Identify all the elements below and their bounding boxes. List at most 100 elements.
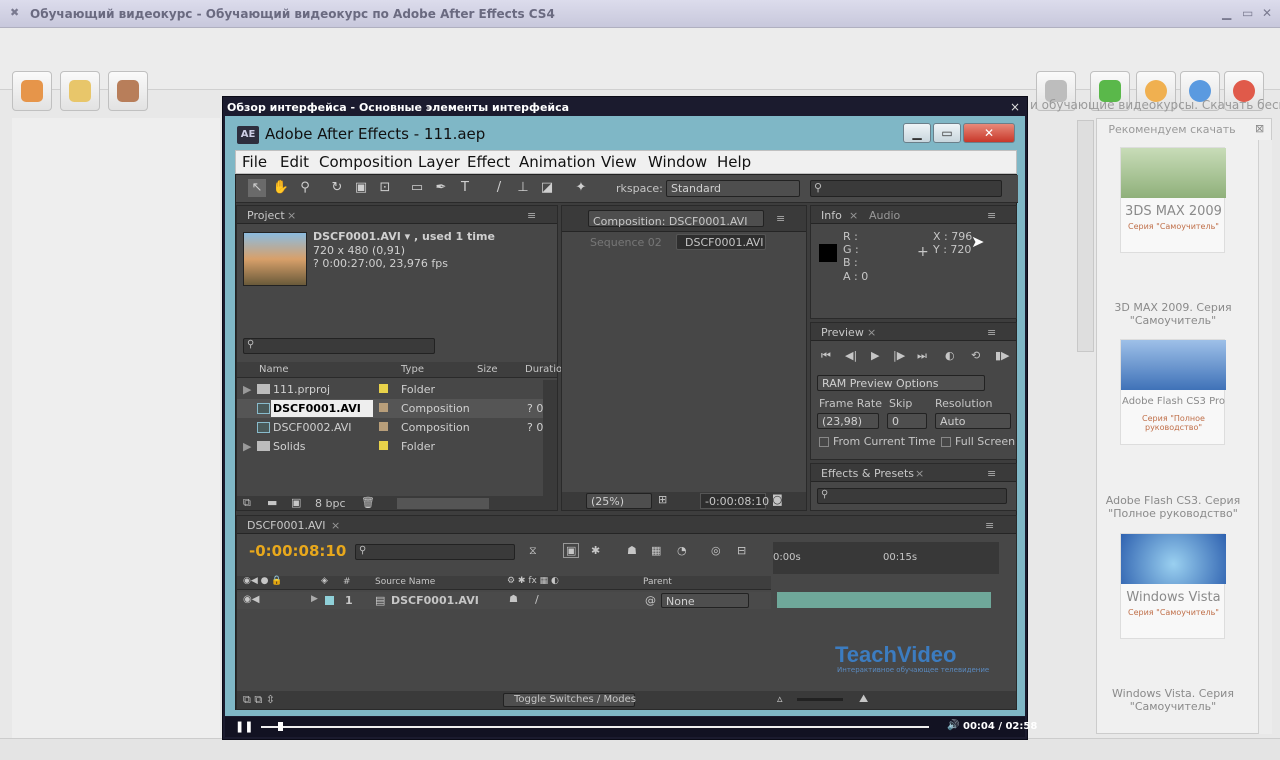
new-folder-icon[interactable]: ▬ [267,496,277,509]
comp-breadcrumb[interactable]: DSCF0001.AVI [676,234,766,250]
rotate-tool-icon[interactable]: ↻ [328,179,346,197]
recommend-thumb[interactable]: 3DS MAX 2009 Серия "Самоучитель" [1120,147,1226,253]
zoom-in-icon[interactable]: ⛰ [859,692,868,706]
trash-icon[interactable]: 🗑 [361,496,375,509]
pen-tool-icon[interactable]: ✒ [432,179,450,197]
table-row[interactable]: DSCF0001.AVI Composition ? 0 [237,399,543,418]
text-tool-icon[interactable]: T [456,179,474,197]
loop-icon[interactable]: ⟲ [971,349,980,362]
prev-frame-icon[interactable]: ◀| [845,349,857,362]
expand-icon[interactable]: ▶ [243,383,251,396]
volume-icon[interactable]: 🔊 [947,720,959,731]
label-color[interactable] [379,441,388,450]
minimize-icon[interactable]: ▁ [903,123,931,143]
snapshot-icon[interactable]: ◙ [772,493,783,506]
label-color[interactable] [379,403,388,412]
magnification-select[interactable]: (25%) [586,493,652,509]
col-name[interactable]: Name [259,364,289,375]
table-row[interactable]: DSCF0002.AVI Composition ? 0 [237,418,543,437]
label-color[interactable] [379,384,388,393]
panel-menu-icon[interactable]: ≡ [987,467,996,480]
tab-preview[interactable]: Preview [821,326,864,339]
panel-menu-icon[interactable]: ≡ [987,209,996,222]
new-composition-icon[interactable]: ▣ [291,496,301,509]
grid-icon[interactable]: ⊞ [658,493,667,506]
maximize-icon[interactable]: ▭ [933,123,961,143]
panel-menu-icon[interactable]: ≡ [985,519,994,532]
label-color[interactable] [325,596,334,605]
first-frame-icon[interactable]: ⏮ [821,349,831,363]
close-icon[interactable]: × [1010,100,1020,114]
recommend-scrollbar[interactable] [1258,140,1272,734]
col-type[interactable]: Type [401,364,424,375]
menu-edit[interactable]: Edit [280,153,309,171]
visibility-icon[interactable]: ◉◀ [243,594,259,605]
hand-tool-icon[interactable]: ✋ [272,179,290,197]
content-scrollbar[interactable] [1077,120,1094,352]
tab-timeline[interactable]: DSCF0001.AVI [247,519,326,532]
next-frame-icon[interactable]: |▶ [893,349,905,362]
menu-view[interactable]: View [601,153,637,171]
puppet-tool-icon[interactable]: ✦ [572,179,590,197]
timeline-search-input[interactable]: ⚲ [355,544,515,560]
live-update-icon[interactable]: ▣ [563,543,580,558]
zoom-tool-icon[interactable]: ⚲ [296,179,314,197]
brush-tool-icon[interactable]: / [490,179,508,197]
panel-menu-icon[interactable]: ≡ [987,326,996,339]
ram-preview-select[interactable]: RAM Preview Options [817,375,985,391]
parent-select[interactable]: None [661,593,749,608]
time-ruler[interactable]: 0:00s 00:15s [773,542,999,574]
menu-help[interactable]: Help [717,153,751,171]
skip-select[interactable]: 0 [887,413,927,429]
menu-window[interactable]: Window [648,153,707,171]
row-name[interactable]: DSCF0001.AVI [271,400,373,417]
table-row[interactable]: ▶ 111.prproj Folder [237,380,543,399]
current-time-display[interactable]: -0:00:08:10 [249,542,346,560]
menu-effect[interactable]: Effect [467,153,510,171]
camera-tool-icon[interactable]: ▣ [352,179,370,197]
ram-preview-icon[interactable]: ▮▶ [995,349,1010,362]
close-icon[interactable]: ✕ [1262,6,1272,20]
label-color[interactable] [379,422,388,431]
zoom-slider[interactable] [797,698,843,701]
col-source-name[interactable]: Source Name [375,577,435,587]
col-parent[interactable]: Parent [643,577,672,587]
comp-time-field[interactable]: -0:00:08:10 [700,493,769,509]
tab-composition[interactable]: Composition: DSCF0001.AVI [588,210,764,228]
tab-audio[interactable]: Audio [869,209,900,222]
layer-switches-icon[interactable]: ⧉ ⧉ ⇳ [243,693,275,707]
shy-switch-icon[interactable]: ☗ [509,594,518,605]
user-button[interactable] [108,71,148,111]
pan-behind-tool-icon[interactable]: ⊡ [376,179,394,197]
quality-switch-icon[interactable]: / [535,593,539,606]
frame-blending-icon[interactable]: ▦ [651,544,661,557]
project-scrollbar[interactable] [543,380,557,496]
hide-shy-icon[interactable]: ☗ [627,544,637,557]
recommend-thumb[interactable]: Windows Vista Серия "Самоучитель" [1120,533,1226,639]
tab-project[interactable]: Project [247,209,285,222]
close-icon[interactable]: ⊠ [1255,122,1264,135]
tab-info[interactable]: Info [821,209,842,222]
from-current-checkbox[interactable] [819,437,829,447]
minimize-icon[interactable]: ▁ [1222,6,1231,20]
recommend-caption[interactable]: 3D MAX 2009. Серия "Самоучитель" [1097,301,1249,327]
pause-icon[interactable]: ❚❚ [235,720,253,733]
effects-search-input[interactable]: ⚲ [817,488,1007,504]
seek-bar[interactable] [261,726,929,728]
pickwhip-icon[interactable]: @ [645,594,656,607]
expand-icon[interactable]: ▶ [311,594,318,604]
menu-file[interactable]: File [242,153,267,171]
graph-editor-icon[interactable]: ⊟ [737,544,746,557]
help-search-input[interactable]: ⚲ [810,180,1002,197]
recommend-caption[interactable]: Windows Vista. Серия "Самоучитель" [1097,687,1249,713]
brainstorm-icon[interactable]: ◎ [711,544,721,557]
toggle-switches-button[interactable]: Toggle Switches / Modes [503,693,636,707]
col-size[interactable]: Size [477,364,498,375]
audio-icon[interactable]: ◐ [945,349,955,362]
menu-layer[interactable]: Layer [418,153,460,171]
rss-button[interactable] [12,71,52,111]
bpc-label[interactable]: 8 bpc [315,497,346,510]
resolution-select[interactable]: Auto [935,413,1011,429]
comp-mini-flowchart-icon[interactable]: ⧖ [529,544,537,558]
clone-tool-icon[interactable]: ⊥ [514,179,532,197]
